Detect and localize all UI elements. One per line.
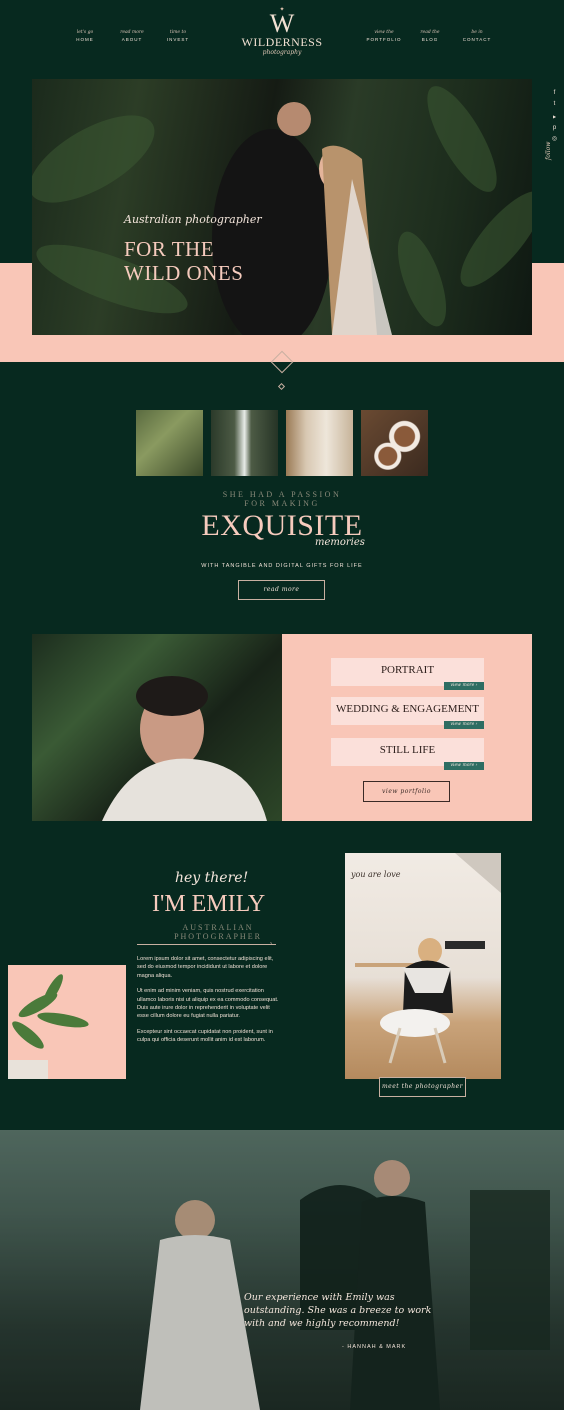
logo[interactable]: ✦ W WILDERNESS photography xyxy=(232,6,332,58)
about-sub: AUSTRALIAN PHOTOGRAPHER xyxy=(168,923,268,941)
nav-blog[interactable]: read the BLOG xyxy=(405,30,455,43)
instagram-icon[interactable]: ◎ xyxy=(551,136,558,143)
about-sub2: PHOTOGRAPHER xyxy=(174,932,262,941)
nav-portfolio-label: PORTFOLIO xyxy=(366,37,402,42)
intro-line2: FOR MAKING xyxy=(244,499,320,508)
category-still-life[interactable]: STILL LIFE view more › xyxy=(331,738,484,770)
thumb-photo-2 xyxy=(211,410,278,476)
arrow-right-icon: › xyxy=(270,941,272,947)
testimonial-author: - HANNAH & MARK xyxy=(342,1344,407,1350)
intro-line1: SHE HAD A PASSION xyxy=(222,490,342,499)
about-divider xyxy=(137,944,276,945)
nav-invest[interactable]: time to INVEST xyxy=(153,30,203,43)
hero-photo-illustration xyxy=(32,86,532,335)
hero-line1: FOR THE xyxy=(124,237,215,261)
intro-lead: SHE HAD A PASSION FOR MAKING xyxy=(0,490,564,508)
testimonial-photo xyxy=(0,1130,564,1410)
hero-script: Australian photographer xyxy=(124,213,262,226)
intro-headline: EXQUISITE xyxy=(201,509,363,542)
hero-line2: WILD ONES xyxy=(124,261,244,285)
facebook-icon[interactable]: f xyxy=(551,90,558,97)
testimonial-illustration xyxy=(0,1130,564,1410)
nav-about[interactable]: read more ABOUT xyxy=(107,30,157,43)
category-wedding[interactable]: WEDDING & ENGAGEMENT view more › xyxy=(331,697,484,729)
logo-sub: photography xyxy=(262,49,302,56)
view-more-portrait-button[interactable]: view more › xyxy=(444,682,484,690)
about-name: I'M EMILY xyxy=(152,891,266,917)
about-paragraph-1: Lorem ipsum dolor sit amet, consectetur … xyxy=(137,956,274,979)
hero-heading: FOR THE WILD ONES xyxy=(124,237,243,285)
nav-home[interactable]: let's go HOME xyxy=(60,30,110,43)
about-paragraph-2: Ut enim ad minim veniam, quis nostrud ex… xyxy=(137,988,279,1020)
portrait-illustration xyxy=(102,676,267,821)
category-portrait[interactable]: PORTRAIT view more › xyxy=(331,658,484,690)
thumb-photo-3 xyxy=(286,410,353,476)
logo-mark: W xyxy=(269,9,295,38)
logo-name: WILDERNESS xyxy=(241,35,323,49)
category-still-life-label: STILL LIFE xyxy=(379,744,436,756)
pinterest-icon[interactable]: p xyxy=(551,125,558,132)
follow-label: follow xyxy=(545,141,552,160)
category-wedding-label: WEDDING & ENGAGEMENT xyxy=(336,703,479,715)
plant-illustration xyxy=(8,974,89,1079)
nav-contact-label: CONTACT xyxy=(462,37,492,42)
about-paragraph-3: Excepteur sint occaecat cupidatat non pr… xyxy=(137,1028,273,1044)
star-icon: ✦ xyxy=(279,7,285,13)
nav-home-label: HOME xyxy=(76,37,94,42)
about-sub1: AUSTRALIAN xyxy=(182,923,254,932)
thumb-photo-4 xyxy=(361,410,428,476)
intro-sub: WITH TANGIBLE AND DIGITAL GIFTS FOR LIFE xyxy=(201,563,363,569)
view-portfolio-button[interactable]: view portfolio xyxy=(363,781,450,802)
about-bio: Lorem ipsum dolor sit amet, consectetur … xyxy=(137,955,281,1052)
view-more-wedding-button[interactable]: view more › xyxy=(444,721,484,729)
nav-portfolio[interactable]: view the PORTFOLIO xyxy=(359,30,409,43)
small-diamond-icon xyxy=(277,382,286,391)
thumb-photo-1 xyxy=(136,410,203,476)
hero-photo xyxy=(32,79,532,335)
nav-invest-label: INVEST xyxy=(166,37,190,42)
category-portrait-label: PORTRAIT xyxy=(380,664,435,676)
read-more-button[interactable]: read more xyxy=(238,580,325,600)
plant-photo xyxy=(8,965,126,1079)
nav-about-label: ABOUT xyxy=(121,37,143,42)
meet-the-photographer-button[interactable]: meet the photographer xyxy=(379,1077,466,1097)
view-more-still-life-button[interactable]: view more › xyxy=(444,762,484,770)
twitter-icon[interactable]: t xyxy=(551,101,558,108)
emily-photo: you are love xyxy=(345,853,501,1079)
youtube-icon[interactable]: ▶ xyxy=(551,113,558,120)
nav-contact[interactable]: be in CONTACT xyxy=(452,30,502,43)
about-script: hey there! xyxy=(175,870,249,886)
nav-blog-label: BLOG xyxy=(421,37,439,42)
intro-script: memories xyxy=(315,537,365,548)
testimonial-quote: Our experience with Emily was outstandin… xyxy=(244,1292,432,1329)
portrait-photo xyxy=(32,634,282,821)
emily-photo-illustration: you are love xyxy=(350,853,501,1064)
wall-lettering: you are love xyxy=(350,870,401,879)
